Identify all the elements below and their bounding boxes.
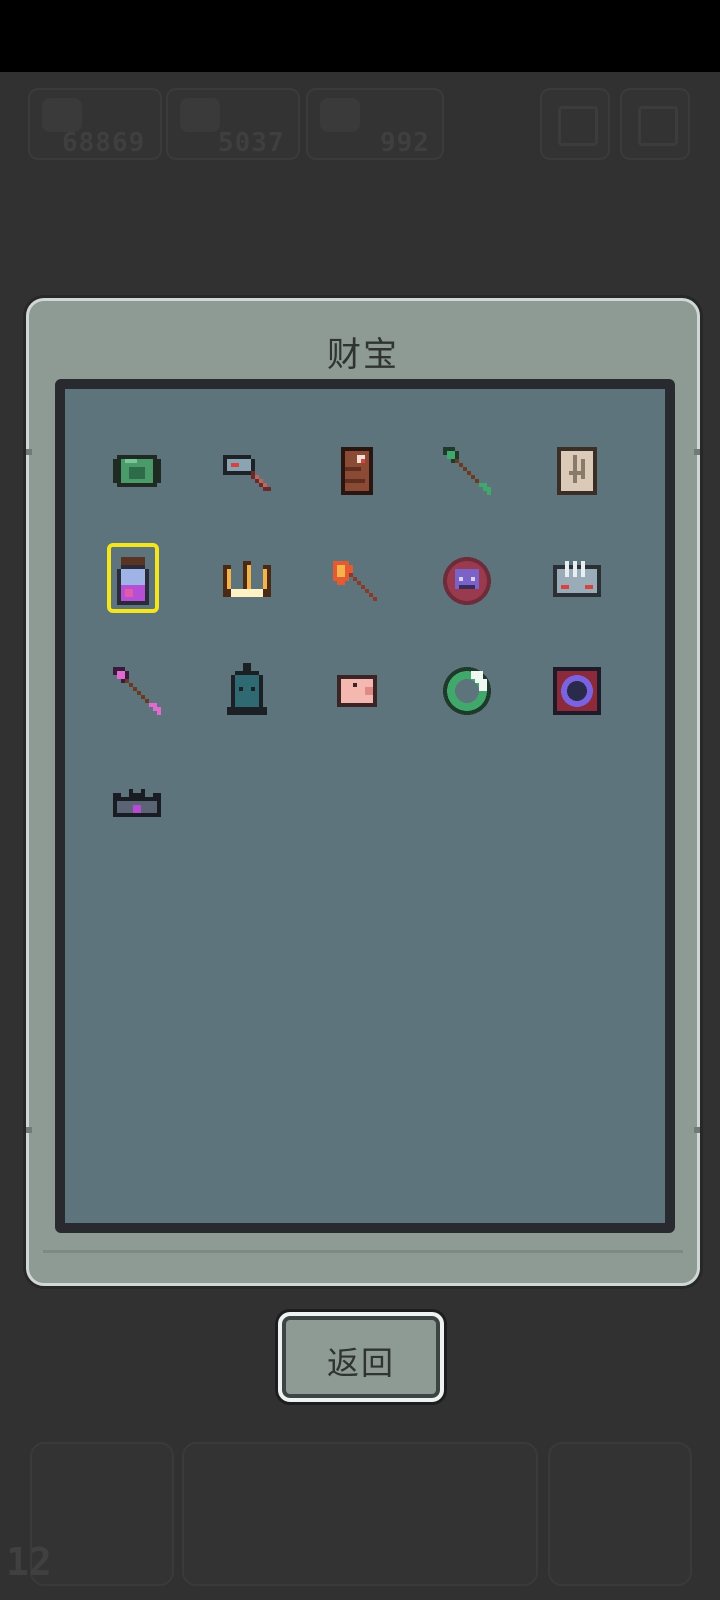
meat-icon [42, 98, 82, 132]
resource-clover-value: 992 [380, 128, 430, 158]
hud-add-button[interactable] [540, 88, 610, 160]
back-button-label: 返回 [326, 1344, 395, 1382]
add-icon [558, 106, 598, 146]
potion-jar-icon[interactable] [95, 539, 179, 623]
hammer-icon[interactable] [205, 429, 289, 513]
level-number: 12 [6, 1540, 52, 1584]
status-bar [0, 0, 720, 72]
purple-portal-icon[interactable] [535, 649, 619, 733]
fire-axe-icon[interactable] [315, 539, 399, 623]
clover-icon [320, 98, 360, 132]
dark-crown-icon[interactable] [95, 759, 179, 843]
hud-menu-button[interactable] [620, 88, 690, 160]
menu-icon [638, 106, 678, 146]
log-icon [180, 98, 220, 132]
treasure-grid-area [55, 379, 675, 1233]
resource-log-value: 5037 [218, 128, 285, 158]
resource-log: 5037 [166, 88, 300, 160]
turtle-shell-icon[interactable] [95, 429, 179, 513]
demon-mask-icon[interactable] [425, 539, 509, 623]
resource-clover: 992 [306, 88, 444, 160]
resource-meat-value: 68869 [62, 128, 146, 158]
panel-title: 财宝 [327, 335, 399, 375]
wooden-totem-icon[interactable] [315, 429, 399, 513]
jade-ring-icon[interactable] [425, 649, 509, 733]
back-button[interactable]: 返回 [278, 1312, 444, 1402]
bottom-right-button[interactable] [548, 1442, 692, 1586]
green-arrow-icon[interactable] [425, 429, 509, 513]
bottom-center-button[interactable] [182, 1442, 538, 1586]
golden-trident-icon[interactable] [205, 539, 289, 623]
resource-meat: 68869 [28, 88, 162, 160]
stone-gauntlet-icon[interactable] [535, 539, 619, 623]
treasure-panel: 财宝 [26, 298, 700, 1286]
ancient-map-icon[interactable] [535, 429, 619, 513]
pink-arrow-icon[interactable] [95, 649, 179, 733]
piggy-icon[interactable] [315, 649, 399, 733]
panel-bottom-edge [43, 1250, 683, 1273]
iron-bell-icon[interactable] [205, 649, 289, 733]
